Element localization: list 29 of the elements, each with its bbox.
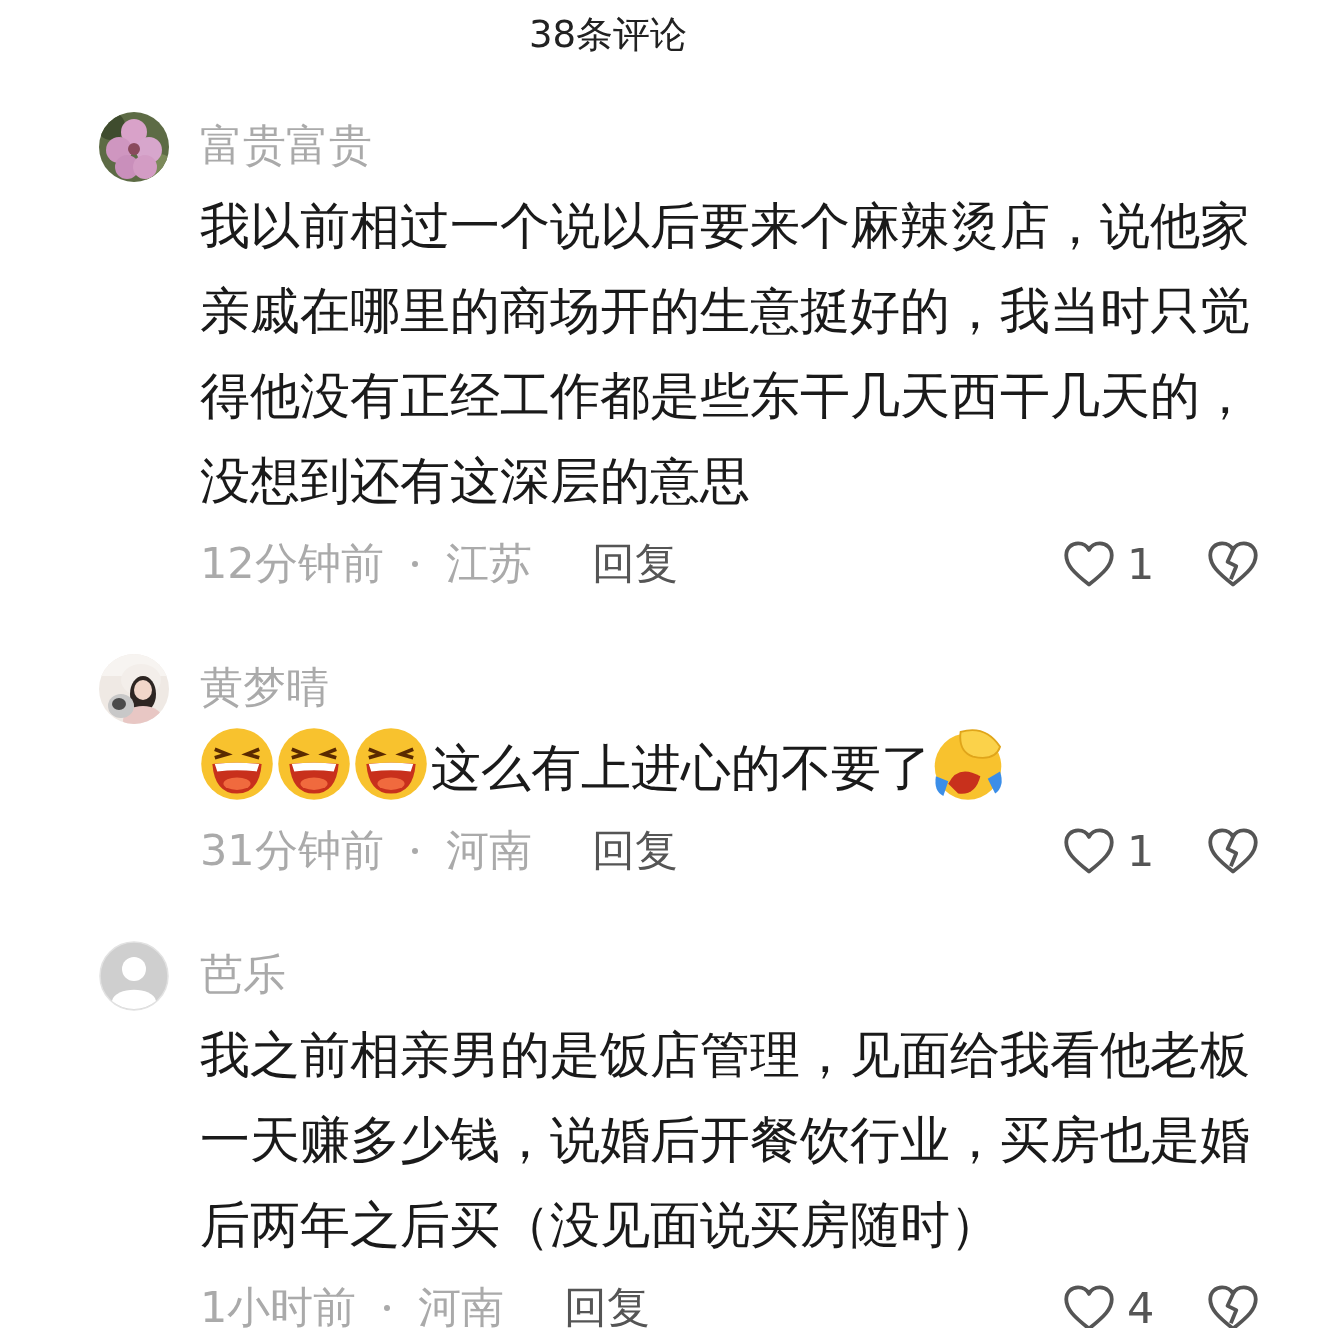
like-count: 1 xyxy=(1127,539,1156,589)
laughing-emoji-icon xyxy=(354,727,428,801)
comment-text: 这么有上进心的不要了 xyxy=(431,739,931,797)
broken-heart-icon[interactable] xyxy=(1207,1284,1259,1328)
comment-text: 我之前相亲男的是饭店管理，见面给我看他老板一天赚多少钱，说婚后开餐饮行业，买房也是婚后两年之后买（没见面说买房随时） xyxy=(200,1026,1250,1254)
laughing-emoji-icon xyxy=(277,727,351,801)
default-avatar-icon xyxy=(99,941,169,1011)
reply-button[interactable]: 回复 xyxy=(591,822,678,880)
comment-time: 31分钟前 xyxy=(200,824,384,877)
broken-heart-icon[interactable] xyxy=(1207,540,1259,588)
broken-heart-icon[interactable] xyxy=(1207,827,1259,875)
comment-location: 江苏 xyxy=(445,537,532,590)
heart-icon[interactable] xyxy=(1063,540,1115,588)
comment-time: 1小时前 xyxy=(200,1281,357,1328)
reply-button[interactable]: 回复 xyxy=(591,535,678,593)
heart-icon[interactable] xyxy=(1063,1284,1115,1328)
like-count: 1 xyxy=(1127,826,1156,876)
comment-location: 河南 xyxy=(445,824,532,877)
separator-dot xyxy=(411,848,418,854)
separator-dot xyxy=(411,561,418,567)
reply-button[interactable]: 回复 xyxy=(564,1279,651,1328)
separator-dot xyxy=(384,1305,391,1311)
comment-location: 河南 xyxy=(418,1281,505,1328)
like-count: 4 xyxy=(1127,1283,1156,1328)
comment-count-title: 38条评论 xyxy=(527,12,689,58)
heart-icon[interactable] xyxy=(1063,827,1115,875)
comment-time: 12分钟前 xyxy=(200,537,384,590)
laughing-emoji-icon xyxy=(200,727,274,801)
comment-text: 我以前相过一个说以后要来个麻辣烫店，说他家亲戚在哪里的商场开的生意挺好的，我当时只觉得他没有正经工作都是些东干几天西干几天的，没想到还有这深层的意思 xyxy=(200,197,1250,510)
